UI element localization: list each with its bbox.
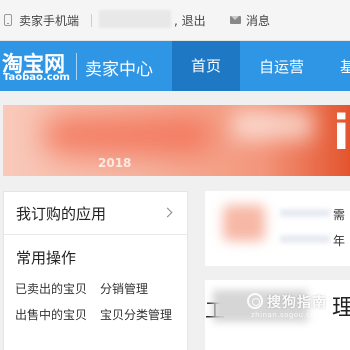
- nav-tab-home[interactable]: 首页: [172, 41, 240, 91]
- mail-icon[interactable]: [230, 16, 241, 24]
- notice-image-blurred: [223, 205, 265, 241]
- seller-mobile-link[interactable]: 卖家手机端: [19, 12, 79, 29]
- divider: [91, 14, 92, 27]
- taobao-logo-url: Taobao.com: [3, 72, 70, 83]
- notice-line-blurred: [280, 209, 330, 217]
- nav-tab-self-operation[interactable]: 自运营: [259, 56, 304, 77]
- username-blurred[interactable]: [99, 10, 171, 28]
- nav-tab-basic[interactable]: 基: [340, 56, 350, 77]
- my-apps-row[interactable]: 我订购的应用: [4, 192, 187, 235]
- banner-headline: i: [333, 105, 350, 161]
- logout-link[interactable]: , 退出: [174, 12, 206, 29]
- sogou-logo-icon: [247, 293, 263, 309]
- watermark-url: zhinan.sogou.com: [251, 311, 323, 319]
- phone-icon: [4, 14, 12, 26]
- chevron-right-icon: [162, 207, 173, 218]
- banner-decoration: [43, 115, 213, 155]
- common-ops-title: 常用操作: [16, 249, 77, 267]
- sogou-watermark: 搜狗指南 zhinan.sogou.com: [247, 292, 347, 322]
- sold-items-link[interactable]: 已卖出的宝贝: [15, 280, 87, 297]
- notice-text-fragment: 年: [333, 234, 346, 248]
- left-panel: 我订购的应用 常用操作 已卖出的宝贝 分销管理 出售中的宝贝 宝贝分类管理: [3, 191, 188, 350]
- seller-center-title: 卖家中心: [85, 60, 153, 80]
- distribution-link[interactable]: 分销管理: [100, 280, 148, 297]
- logo-divider: [76, 53, 77, 80]
- on-sale-items-link[interactable]: 出售中的宝贝: [15, 306, 87, 323]
- top-bar: 卖家手机端 , 退出 消息: [0, 0, 350, 41]
- promo-banner[interactable]: 2018 i: [3, 105, 350, 176]
- notice-card: 需 年: [205, 191, 350, 266]
- banner-decoration: [233, 110, 313, 140]
- watermark-text: 搜狗指南: [267, 295, 327, 311]
- my-apps-title: 我订购的应用: [16, 205, 107, 223]
- notice-text-fragment: 需: [333, 208, 346, 222]
- category-manage-link[interactable]: 宝贝分类管理: [100, 306, 172, 323]
- messages-link[interactable]: 消息: [246, 12, 270, 29]
- banner-year: 2018: [98, 156, 132, 170]
- notice-line-blurred: [280, 235, 330, 243]
